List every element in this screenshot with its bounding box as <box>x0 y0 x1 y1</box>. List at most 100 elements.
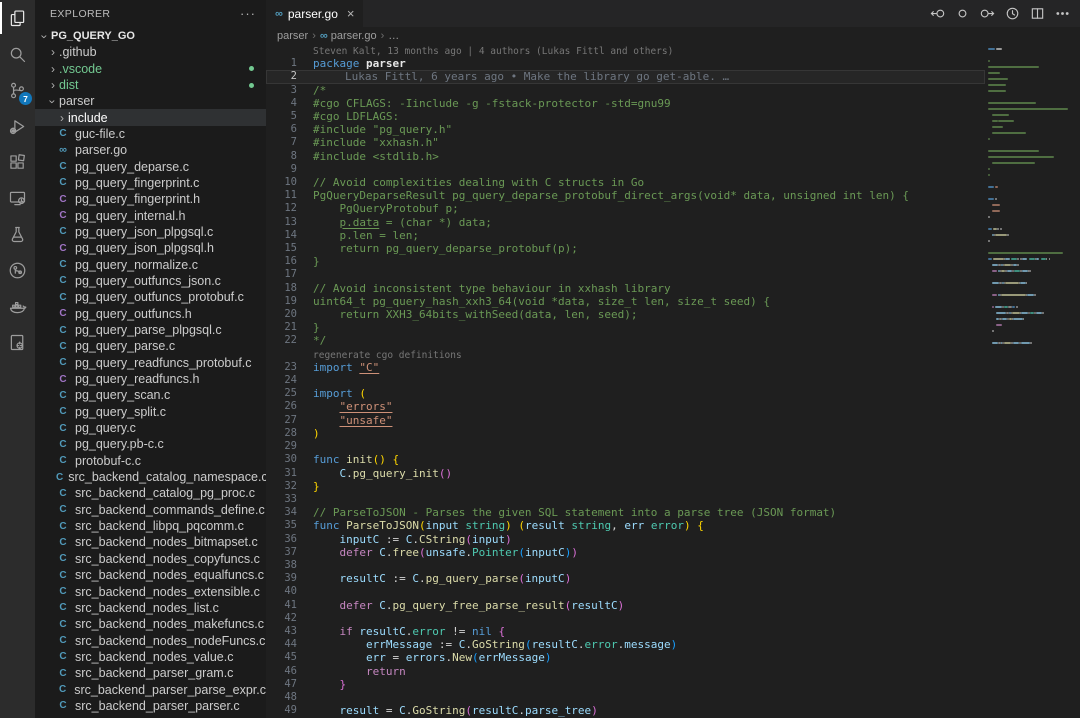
code-line-26[interactable]: 26"errors" <box>266 400 985 413</box>
line-number[interactable]: 32 <box>266 480 297 493</box>
code-line-44[interactable]: 44errMessage := C.GoString(resultC.error… <box>266 638 985 651</box>
line-number[interactable]: 38 <box>266 559 297 572</box>
split-editor-icon[interactable] <box>1030 6 1045 21</box>
explorer-icon[interactable] <box>0 0 35 36</box>
code-line-3[interactable]: 3/* <box>266 84 985 97</box>
remote-explorer-icon[interactable] <box>0 180 35 216</box>
previous-change-icon[interactable] <box>930 6 945 21</box>
tree-file-src-backend-catalog-namespace-c[interactable]: Csrc_backend_catalog_namespace.c <box>35 469 266 485</box>
tree-file-pg-query-parse-c[interactable]: Cpg_query_parse.c <box>35 338 266 354</box>
code-line-24[interactable]: 24 <box>266 374 985 387</box>
line-number[interactable]: 39 <box>266 572 297 585</box>
line-number[interactable]: 3 <box>266 84 297 97</box>
code-editor[interactable]: Steven Kalt, 13 months ago | 4 authors (… <box>266 44 985 718</box>
line-number[interactable]: 45 <box>266 651 297 664</box>
search-icon[interactable] <box>0 36 35 72</box>
code-line-31[interactable]: 31C.pg_query_init() <box>266 467 985 480</box>
tree-file-src-backend-nodes-copyfuncs-c[interactable]: Csrc_backend_nodes_copyfuncs.c <box>35 551 266 567</box>
code-line-30[interactable]: 30func init() { <box>266 453 985 466</box>
code-line-47[interactable]: 47} <box>266 678 985 691</box>
code-line-43[interactable]: 43if resultC.error != nil { <box>266 625 985 638</box>
tree-folder--vscode[interactable]: ›.vscode <box>35 60 266 76</box>
tree-file-pg-query-fingerprint-h[interactable]: Cpg_query_fingerprint.h <box>35 191 266 207</box>
tree-file-src-backend-catalog-pg-proc-c[interactable]: Csrc_backend_catalog_pg_proc.c <box>35 485 266 501</box>
tree-file-src-backend-nodes-list-c[interactable]: Csrc_backend_nodes_list.c <box>35 600 266 616</box>
source-control-icon[interactable]: 7 <box>0 72 35 108</box>
code-line-22[interactable]: 22*/ <box>266 334 985 347</box>
codelens-row[interactable]: regenerate cgo definitions <box>266 348 985 361</box>
code-line-8[interactable]: 8#include <stdlib.h> <box>266 150 985 163</box>
code-line-48[interactable]: 48 <box>266 691 985 704</box>
code-line-34[interactable]: 34// ParseToJSON - Parses the given SQL … <box>266 506 985 519</box>
minimap[interactable] <box>988 40 1076 718</box>
tree-file-pg-query-split-c[interactable]: Cpg_query_split.c <box>35 404 266 420</box>
code-line-7[interactable]: 7#include "xxhash.h" <box>266 136 985 149</box>
close-icon[interactable]: × <box>347 6 355 21</box>
tree-folder-include[interactable]: ›include <box>35 109 266 125</box>
code-line-29[interactable]: 29 <box>266 440 985 453</box>
tree-file-src-backend-commands-define-c[interactable]: Csrc_backend_commands_define.c <box>35 502 266 518</box>
line-number[interactable]: 2 <box>266 70 297 83</box>
line-number[interactable]: 28 <box>266 427 297 440</box>
tree-file-src-backend-parser-parse-expr-c[interactable]: Csrc_backend_parser_parse_expr.c <box>35 681 266 697</box>
line-number[interactable]: 41 <box>266 599 297 612</box>
more-actions-icon[interactable] <box>1055 6 1070 21</box>
code-line-46[interactable]: 46return <box>266 665 985 678</box>
line-number[interactable] <box>266 44 297 57</box>
line-number[interactable]: 15 <box>266 242 297 255</box>
line-number[interactable]: 29 <box>266 440 297 453</box>
line-number[interactable]: 12 <box>266 202 297 215</box>
line-number[interactable]: 35 <box>266 519 297 532</box>
line-number[interactable]: 46 <box>266 665 297 678</box>
line-number[interactable]: 36 <box>266 533 297 546</box>
tree-file-src-backend-nodes-value-c[interactable]: Csrc_backend_nodes_value.c <box>35 649 266 665</box>
tree-file-src-backend-nodes-nodefuncs-c[interactable]: Csrc_backend_nodes_nodeFuncs.c <box>35 632 266 648</box>
line-number[interactable]: 25 <box>266 387 297 400</box>
line-number[interactable]: 26 <box>266 400 297 413</box>
code-line-33[interactable]: 33 <box>266 493 985 506</box>
line-number[interactable]: 17 <box>266 268 297 281</box>
line-number[interactable]: 1 <box>266 57 297 70</box>
tree-file-src-backend-parser-parser-c[interactable]: Csrc_backend_parser_parser.c <box>35 698 266 714</box>
testing-icon[interactable] <box>0 216 35 252</box>
code-line-12[interactable]: 12PgQueryProtobuf p; <box>266 202 985 215</box>
code-line-18[interactable]: 18// Avoid inconsistent type behaviour i… <box>266 282 985 295</box>
codelens-row[interactable]: Steven Kalt, 13 months ago | 4 authors (… <box>266 44 985 57</box>
code-line-41[interactable]: 41defer C.pg_query_free_parse_result(res… <box>266 599 985 612</box>
next-change-icon[interactable] <box>980 6 995 21</box>
tab-parser-go[interactable]: ∞ parser.go × <box>266 0 363 27</box>
run-and-debug-icon[interactable] <box>0 108 35 144</box>
gitlens-icon[interactable] <box>0 252 35 288</box>
line-number[interactable]: 21 <box>266 321 297 334</box>
code-line-49[interactable]: 49result = C.GoString(resultC.parse_tree… <box>266 704 985 717</box>
tree-file-pg-query-internal-h[interactable]: Cpg_query_internal.h <box>35 207 266 223</box>
tree-file-protobuf-c-c[interactable]: Cprotobuf-c.c <box>35 453 266 469</box>
code-line-20[interactable]: 20return XXH3_64bits_withSeed(data, len,… <box>266 308 985 321</box>
tree-file-pg-query-outfuncs-json-c[interactable]: Cpg_query_outfuncs_json.c <box>35 273 266 289</box>
line-number[interactable]: 44 <box>266 638 297 651</box>
tree-file-pg-query-outfuncs-h[interactable]: Cpg_query_outfuncs.h <box>35 306 266 322</box>
tree-file-pg-query-pb-c-c[interactable]: Cpg_query.pb-c.c <box>35 436 266 452</box>
line-number[interactable]: 9 <box>266 163 297 176</box>
line-number[interactable]: 11 <box>266 189 297 202</box>
code-line-38[interactable]: 38 <box>266 559 985 572</box>
tree-file-pg-query-readfuncs-h[interactable]: Cpg_query_readfuncs.h <box>35 371 266 387</box>
code-line-32[interactable]: 32} <box>266 480 985 493</box>
tree-file-pg-query-deparse-c[interactable]: Cpg_query_deparse.c <box>35 158 266 174</box>
line-number[interactable]: 34 <box>266 506 297 519</box>
tree-file-parser-go[interactable]: ∞parser.go <box>35 142 266 158</box>
project-manager-icon[interactable] <box>0 324 35 360</box>
line-number[interactable] <box>266 348 297 361</box>
code-line-42[interactable]: 42 <box>266 612 985 625</box>
line-number[interactable]: 24 <box>266 374 297 387</box>
line-number[interactable]: 13 <box>266 216 297 229</box>
breadcrumb-item[interactable]: parser <box>277 30 308 42</box>
line-number[interactable]: 10 <box>266 176 297 189</box>
code-line-40[interactable]: 40 <box>266 585 985 598</box>
code-line-13[interactable]: 13p.data = (char *) data; <box>266 216 985 229</box>
tree-file-src-backend-parser-gram-c[interactable]: Csrc_backend_parser_gram.c <box>35 665 266 681</box>
tree-file-pg-query-normalize-c[interactable]: Cpg_query_normalize.c <box>35 256 266 272</box>
extensions-icon[interactable] <box>0 144 35 180</box>
line-number[interactable]: 27 <box>266 414 297 427</box>
line-number[interactable]: 18 <box>266 282 297 295</box>
